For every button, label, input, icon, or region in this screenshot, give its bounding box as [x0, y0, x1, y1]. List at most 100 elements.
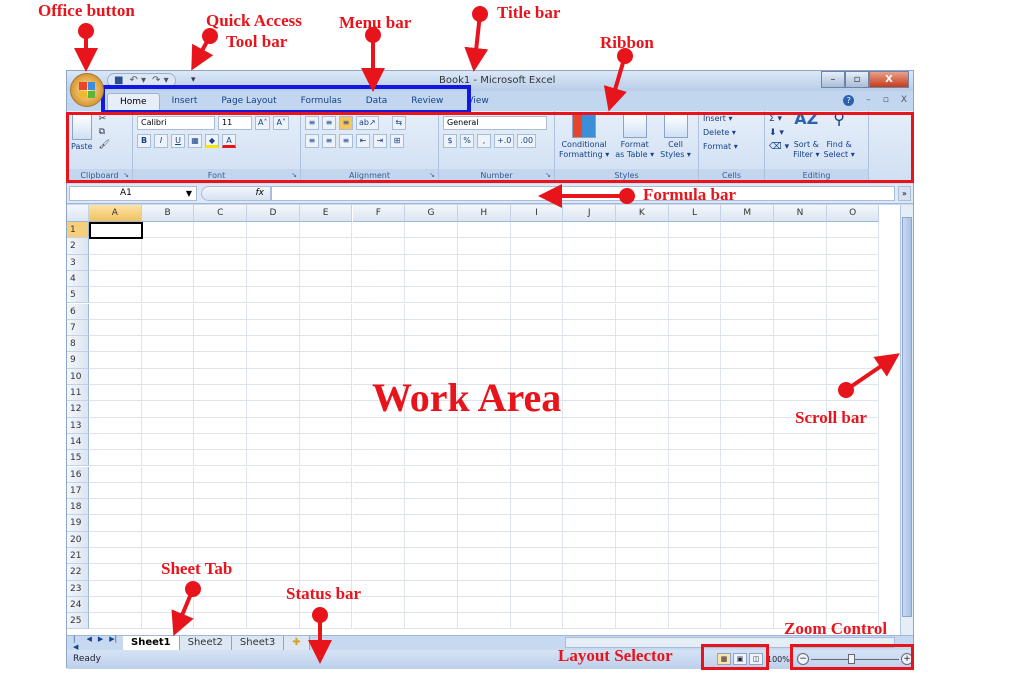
cell-J24[interactable]	[563, 596, 616, 614]
row-header-16[interactable]: 16	[67, 466, 89, 483]
cell-M18[interactable]	[721, 499, 775, 516]
cell-D15[interactable]	[247, 450, 300, 467]
prev-sheet-button[interactable]: ◀	[86, 635, 91, 651]
row-header-7[interactable]: 7	[67, 319, 89, 337]
cell-D10[interactable]	[247, 368, 300, 385]
cell-O19[interactable]	[826, 515, 880, 532]
cell-C7[interactable]	[194, 319, 248, 337]
workbook-minimize-button[interactable]: –	[866, 95, 871, 106]
cell-J17[interactable]	[563, 482, 616, 500]
sheet-tab-sheet1[interactable]: Sheet1	[123, 635, 180, 650]
cell-F25[interactable]	[352, 613, 406, 630]
cell-H1[interactable]	[457, 222, 511, 239]
cell-E3[interactable]	[299, 254, 353, 271]
cell-B17[interactable]	[141, 482, 195, 500]
cell-O18[interactable]	[826, 499, 880, 516]
cell-D14[interactable]	[247, 433, 300, 451]
cell-I13[interactable]	[510, 417, 564, 434]
cell-N6[interactable]	[774, 303, 827, 320]
vertical-scrollbar[interactable]	[900, 205, 913, 635]
formula-input[interactable]	[271, 186, 895, 201]
column-header-c[interactable]: C	[194, 205, 248, 222]
cell-A22[interactable]	[89, 564, 142, 581]
close-button[interactable]: X	[869, 71, 909, 88]
row-header-4[interactable]: 4	[67, 270, 89, 288]
column-header-i[interactable]: I	[510, 205, 564, 222]
row-header-2[interactable]: 2	[67, 238, 89, 255]
cell-A4[interactable]	[89, 270, 142, 288]
cell-O22[interactable]	[826, 564, 880, 581]
cell-G16[interactable]	[405, 466, 458, 483]
cell-K22[interactable]	[616, 564, 669, 581]
cell-J22[interactable]	[563, 564, 616, 581]
cell-A23[interactable]	[89, 580, 142, 597]
cell-I24[interactable]	[510, 596, 564, 614]
cell-B2[interactable]	[141, 238, 195, 255]
cell-K4[interactable]	[616, 270, 669, 288]
cell-I15[interactable]	[510, 450, 564, 467]
column-header-j[interactable]: J	[563, 205, 616, 222]
cell-G17[interactable]	[405, 482, 458, 500]
column-header-b[interactable]: B	[141, 205, 195, 222]
cell-J11[interactable]	[563, 385, 616, 402]
cell-C11[interactable]	[194, 385, 248, 402]
cell-N9[interactable]	[774, 352, 827, 369]
cell-K13[interactable]	[616, 417, 669, 434]
cell-J19[interactable]	[563, 515, 616, 532]
cell-J16[interactable]	[563, 466, 616, 483]
cell-H22[interactable]	[457, 564, 511, 581]
cell-E9[interactable]	[299, 352, 353, 369]
cell-K3[interactable]	[616, 254, 669, 271]
cell-D22[interactable]	[247, 564, 300, 581]
cell-K12[interactable]	[616, 401, 669, 418]
cell-L3[interactable]	[668, 254, 722, 271]
cell-D6[interactable]	[247, 303, 300, 320]
cell-B1[interactable]	[141, 222, 195, 239]
cell-K6[interactable]	[616, 303, 669, 320]
cell-J14[interactable]	[563, 433, 616, 451]
cell-F22[interactable]	[352, 564, 406, 581]
row-header-19[interactable]: 19	[67, 515, 89, 532]
cell-B3[interactable]	[141, 254, 195, 271]
cell-J18[interactable]	[563, 499, 616, 516]
cell-A19[interactable]	[89, 515, 142, 532]
cell-I21[interactable]	[510, 548, 564, 565]
cell-H8[interactable]	[457, 336, 511, 353]
cell-B16[interactable]	[141, 466, 195, 483]
cell-G25[interactable]	[405, 613, 458, 630]
cell-I22[interactable]	[510, 564, 564, 581]
cell-G1[interactable]	[405, 222, 458, 239]
cell-C19[interactable]	[194, 515, 248, 532]
cell-O21[interactable]	[826, 548, 880, 565]
cell-M16[interactable]	[721, 466, 775, 483]
row-header-20[interactable]: 20	[67, 531, 89, 548]
cell-G5[interactable]	[405, 287, 458, 304]
cell-I14[interactable]	[510, 433, 564, 451]
next-sheet-button[interactable]: ▶	[98, 635, 103, 651]
cell-F9[interactable]	[352, 352, 406, 369]
row-header-11[interactable]: 11	[67, 385, 89, 402]
cell-A11[interactable]	[89, 385, 142, 402]
expand-formula-bar-button[interactable]: »	[898, 186, 911, 201]
cell-N23[interactable]	[774, 580, 827, 597]
cell-M15[interactable]	[721, 450, 775, 467]
cell-E6[interactable]	[299, 303, 353, 320]
cell-G6[interactable]	[405, 303, 458, 320]
cell-M21[interactable]	[721, 548, 775, 565]
cell-J2[interactable]	[563, 238, 616, 255]
cell-H9[interactable]	[457, 352, 511, 369]
cell-O24[interactable]	[826, 596, 880, 614]
cell-O2[interactable]	[826, 238, 880, 255]
row-header-5[interactable]: 5	[67, 287, 89, 304]
cell-G23[interactable]	[405, 580, 458, 597]
workbook-close-button[interactable]: X	[901, 95, 907, 106]
cell-K25[interactable]	[616, 613, 669, 630]
select-all-button[interactable]	[67, 205, 89, 222]
cell-B6[interactable]	[141, 303, 195, 320]
cell-D3[interactable]	[247, 254, 300, 271]
cell-H16[interactable]	[457, 466, 511, 483]
cell-H19[interactable]	[457, 515, 511, 532]
cell-E15[interactable]	[299, 450, 353, 467]
column-header-o[interactable]: O	[826, 205, 880, 222]
cell-K23[interactable]	[616, 580, 669, 597]
